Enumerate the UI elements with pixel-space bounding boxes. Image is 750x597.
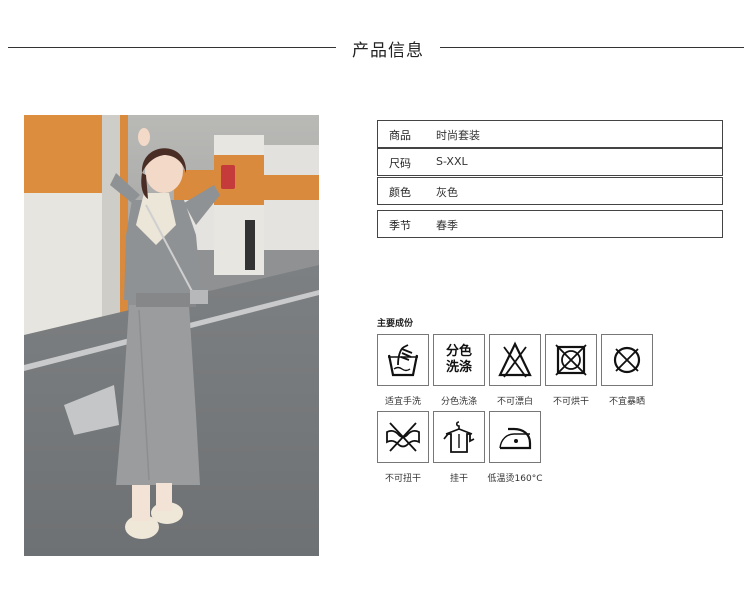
info-label: 颜色 [389, 186, 411, 199]
care-item-no-tumble-dry: 不可烘干 [545, 334, 597, 407]
care-item-no-bleach: 不可漂白 [489, 334, 541, 407]
info-row-color: 颜色 灰色 [377, 177, 723, 205]
section-header: 产品信息 [0, 32, 750, 62]
info-label: 季节 [389, 219, 411, 232]
product-photo [24, 115, 319, 556]
care-item-hang-dry: 挂干 [433, 411, 485, 484]
info-label: 尺码 [389, 157, 411, 170]
separate-wash-text-2: 洗涤 [445, 360, 472, 375]
info-row-product: 商品 时尚套装 [377, 120, 723, 148]
separate-wash-icon: 分色 洗涤 [433, 334, 485, 386]
care-label: 分色洗涤 [440, 397, 477, 407]
hand-wash-icon [377, 334, 429, 386]
info-value: 时尚套装 [436, 129, 480, 142]
no-bleach-icon [489, 334, 541, 386]
no-tumble-dry-icon [545, 334, 597, 386]
hang-dry-icon [433, 411, 485, 463]
care-label: 不可漂白 [496, 397, 533, 407]
separate-wash-text-1: 分色 [445, 344, 472, 359]
header-rule-right [440, 47, 744, 48]
header-rule-left [8, 47, 336, 48]
info-row-size: 尺码 S-XXL [377, 148, 723, 176]
care-item-hand-wash: 适宜手洗 [377, 334, 429, 407]
product-photo-illustration [24, 115, 319, 556]
no-sun-dry-icon [601, 334, 653, 386]
care-label: 挂干 [449, 474, 468, 484]
info-value: 灰色 [436, 186, 458, 199]
care-item-separate-wash: 分色 洗涤 分色洗涤 [433, 334, 485, 407]
care-item-no-wring: 不可扭干 [377, 411, 429, 484]
care-item-low-iron: 低温烫160°C [488, 411, 542, 484]
care-label: 不可扭干 [384, 474, 421, 484]
care-item-no-sun-dry: 不宜暴晒 [601, 334, 653, 407]
section-title: 产品信息 [352, 41, 424, 61]
care-label: 低温烫160°C [487, 474, 543, 484]
info-label: 商品 [389, 129, 411, 142]
care-section-title: 主要成份 [377, 319, 414, 329]
info-row-season: 季节 春季 [377, 210, 723, 238]
care-label: 不宜暴晒 [608, 397, 645, 407]
low-iron-icon [489, 411, 541, 463]
care-label: 适宜手洗 [384, 397, 421, 407]
no-wring-icon [377, 411, 429, 463]
info-value: 春季 [436, 219, 458, 232]
care-label: 不可烘干 [552, 397, 589, 407]
info-value: S-XXL [436, 155, 468, 168]
